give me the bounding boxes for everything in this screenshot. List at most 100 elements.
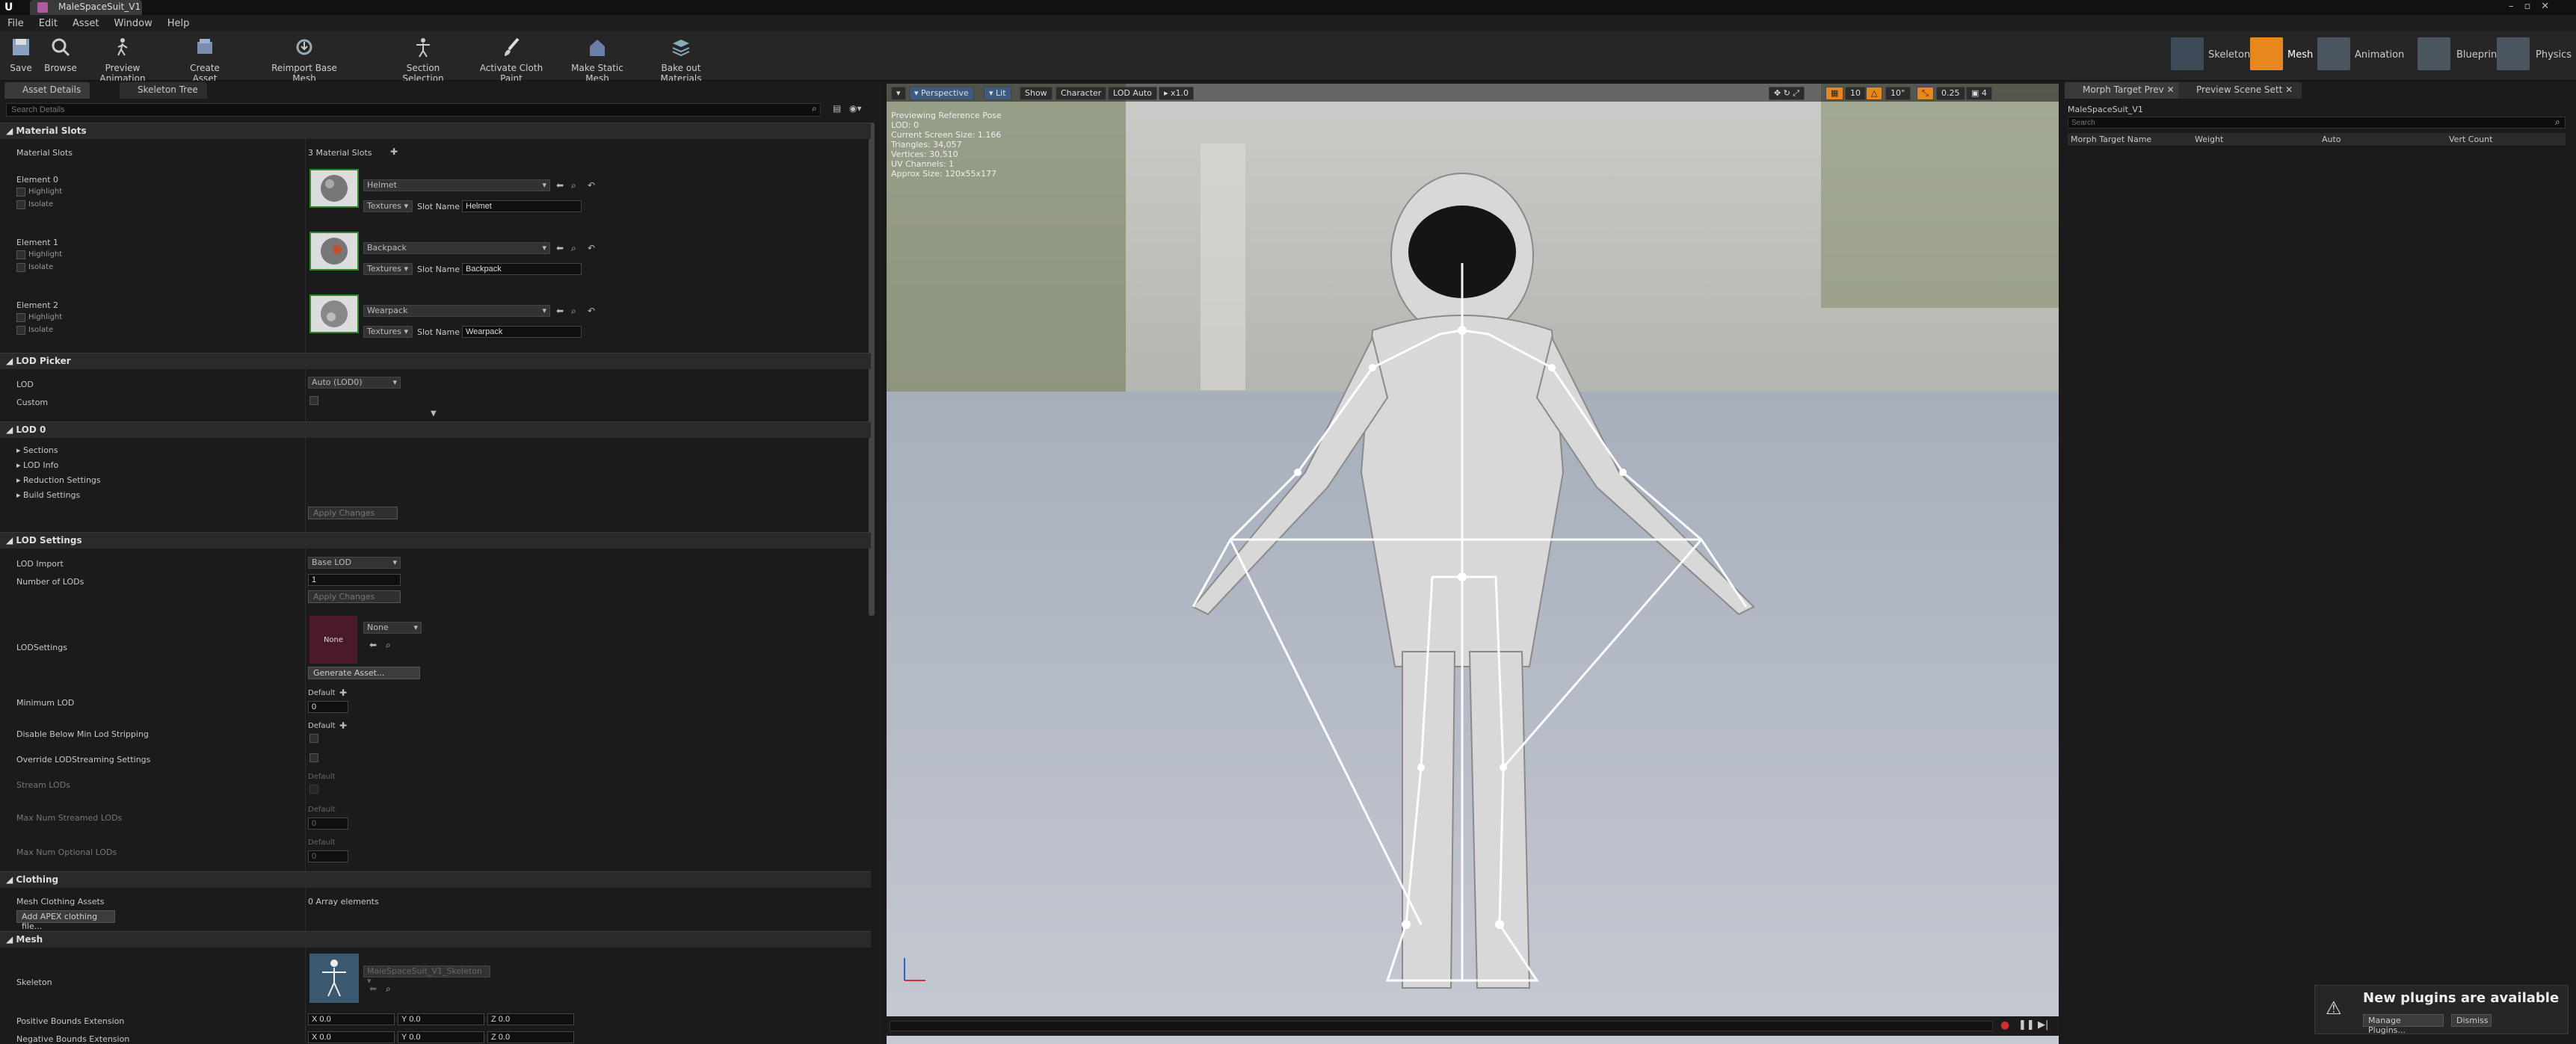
material-dropdown[interactable]: Wearpack ▾: [363, 305, 550, 317]
view-options-icon[interactable]: ▤: [833, 103, 841, 114]
search-input[interactable]: [6, 103, 821, 117]
use-selected-arrow-icon[interactable]: ⬅: [556, 306, 564, 316]
lod0-sections-row[interactable]: ▸ Sections: [16, 445, 58, 455]
lodsettings-dropdown[interactable]: None ▾: [363, 622, 422, 634]
manage-plugins-button[interactable]: Manage Plugins...: [2363, 1014, 2444, 1035]
preview-animation-button[interactable]: Preview Animation: [84, 34, 161, 84]
textures-dropdown[interactable]: Textures ▾: [363, 200, 413, 212]
playback-speed-button[interactable]: ▸ x1.0: [1159, 87, 1195, 100]
expand-arrow-icon[interactable]: ▼: [431, 410, 437, 418]
scale-snap-value[interactable]: 0.25: [1936, 87, 1965, 100]
positive-bounds-z[interactable]: [487, 1013, 574, 1025]
section-lod-settings[interactable]: ◢ LOD Settings: [0, 532, 871, 549]
column-morph-target-name[interactable]: Morph Target Name: [2071, 135, 2151, 144]
negative-bounds-x[interactable]: [308, 1031, 395, 1043]
add-icon[interactable]: ✚: [390, 146, 398, 157]
lod0-reduction-row[interactable]: ▸ Reduction Settings: [16, 475, 101, 485]
physics-mode-button[interactable]: Physics: [2536, 49, 2572, 61]
apply-changes-button[interactable]: Apply Changes: [308, 507, 398, 519]
section-selection-button[interactable]: Section Selection: [386, 34, 460, 84]
custom-checkbox[interactable]: [309, 396, 318, 405]
negative-bounds-y[interactable]: [398, 1031, 484, 1043]
reset-icon[interactable]: ↶: [588, 306, 595, 316]
browse-icon[interactable]: ⌕: [571, 243, 576, 254]
highlight-checkbox[interactable]: [16, 188, 25, 197]
lit-button[interactable]: ▾ Lit: [984, 87, 1011, 100]
rotation-snap-value[interactable]: 10°: [1885, 87, 1911, 100]
grid-snap-toggle[interactable]: ▦: [1825, 87, 1844, 100]
character-button[interactable]: Character: [1056, 87, 1107, 100]
reimport-button[interactable]: Reimport Base Mesh: [259, 34, 350, 84]
material-thumbnail[interactable]: [309, 232, 359, 271]
browse-icon[interactable]: ⌕: [386, 983, 391, 995]
negative-bounds-z[interactable]: [487, 1031, 574, 1043]
menu-edit[interactable]: Edit: [31, 15, 65, 32]
transform-tools-icon[interactable]: ✥ ↻ ⤢: [1769, 87, 1805, 100]
section-mesh[interactable]: ◢ Mesh: [0, 931, 871, 948]
menu-help[interactable]: Help: [160, 15, 197, 32]
highlight-checkbox[interactable]: [16, 313, 25, 322]
lodsettings-thumbnail[interactable]: None: [309, 616, 357, 664]
textures-dropdown[interactable]: Textures ▾: [363, 326, 413, 338]
pause-icon[interactable]: ❚❚: [2018, 1019, 2035, 1031]
highlight-checkbox[interactable]: [16, 250, 25, 259]
tab-asset-details[interactable]: Asset Details: [4, 82, 90, 99]
isolate-checkbox[interactable]: [16, 200, 25, 209]
material-dropdown[interactable]: Helmet ▾: [363, 179, 550, 191]
isolate-checkbox[interactable]: [16, 263, 25, 272]
bake-materials-button[interactable]: Bake out Materials: [640, 34, 722, 84]
save-button[interactable]: Save: [6, 34, 36, 73]
override-streaming-checkbox[interactable]: [309, 753, 318, 762]
perspective-button[interactable]: ▾ Perspective: [909, 87, 974, 100]
slot-name-input[interactable]: [462, 200, 582, 212]
column-vert-count[interactable]: Vert Count: [2449, 135, 2492, 144]
use-selected-arrow-icon[interactable]: ⬅: [556, 243, 564, 253]
browse-icon[interactable]: ⌕: [571, 306, 576, 317]
cloth-paint-button[interactable]: Activate Cloth Paint: [468, 34, 555, 84]
section-material-slots[interactable]: ◢ Material Slots: [0, 123, 871, 139]
reset-icon[interactable]: ↶: [588, 180, 595, 191]
material-dropdown[interactable]: Backpack ▾: [363, 242, 550, 254]
stream-lods-checkbox[interactable]: [309, 785, 318, 794]
blueprint-mode-icon[interactable]: [2418, 37, 2450, 70]
material-thumbnail[interactable]: [309, 294, 359, 333]
scale-snap-toggle[interactable]: ⤡: [1917, 87, 1934, 100]
skip-forward-icon[interactable]: ▶|: [2038, 1019, 2048, 1031]
column-auto[interactable]: Auto: [2322, 135, 2341, 144]
eye-icon[interactable]: ◉▾: [849, 103, 862, 114]
positive-bounds-y[interactable]: [398, 1013, 484, 1025]
grid-snap-value[interactable]: 10: [1845, 87, 1866, 100]
skeleton-dropdown[interactable]: MaleSpaceSuit_V1_Skeleton ▾: [363, 966, 490, 986]
camera-speed-button[interactable]: ▣ 4: [1966, 87, 1992, 100]
animation-mode-icon[interactable]: [2317, 37, 2350, 70]
rotation-snap-toggle[interactable]: △: [1866, 87, 1883, 100]
document-tab[interactable]: MaleSpaceSuit_V1: [30, 0, 142, 15]
lod-auto-button[interactable]: LOD Auto: [1108, 87, 1157, 100]
record-icon[interactable]: ●: [2000, 1019, 2009, 1031]
menu-window[interactable]: Window: [107, 15, 160, 32]
use-selected-arrow-icon[interactable]: ⬅: [369, 983, 377, 994]
viewport-options-button[interactable]: ▾: [891, 87, 906, 100]
textures-dropdown[interactable]: Textures ▾: [363, 263, 413, 275]
mesh-mode-icon[interactable]: [2250, 37, 2283, 70]
show-button[interactable]: Show: [1020, 87, 1053, 100]
menu-asset[interactable]: Asset: [65, 15, 107, 32]
add-icon[interactable]: ✚: [339, 720, 347, 731]
create-asset-button[interactable]: Create Asset: [176, 34, 233, 84]
use-selected-arrow-icon[interactable]: ⬅: [556, 180, 564, 191]
skeleton-mode-button[interactable]: Skeleton: [2208, 49, 2250, 61]
generate-asset-button[interactable]: Generate Asset...: [308, 667, 420, 679]
material-thumbnail[interactable]: [309, 169, 359, 208]
browse-icon[interactable]: ⌕: [571, 180, 576, 191]
minimum-lod-input[interactable]: [308, 701, 348, 713]
blueprint-mode-button[interactable]: Blueprint: [2456, 49, 2500, 61]
disable-stripping-checkbox[interactable]: [309, 734, 318, 743]
isolate-checkbox[interactable]: [16, 326, 25, 335]
timeline-scrubber[interactable]: [890, 1021, 1993, 1031]
tab-preview-scene-settings[interactable]: Preview Scene Sett ✕: [2178, 82, 2302, 99]
skeleton-thumbnail[interactable]: [309, 954, 359, 1003]
window-controls[interactable]: –▫✕: [2509, 1, 2560, 12]
tab-skeleton-tree[interactable]: Skeleton Tree: [120, 82, 207, 99]
skeleton-mode-icon[interactable]: [2171, 37, 2204, 70]
section-lod-picker[interactable]: ◢ LOD Picker: [0, 353, 871, 369]
